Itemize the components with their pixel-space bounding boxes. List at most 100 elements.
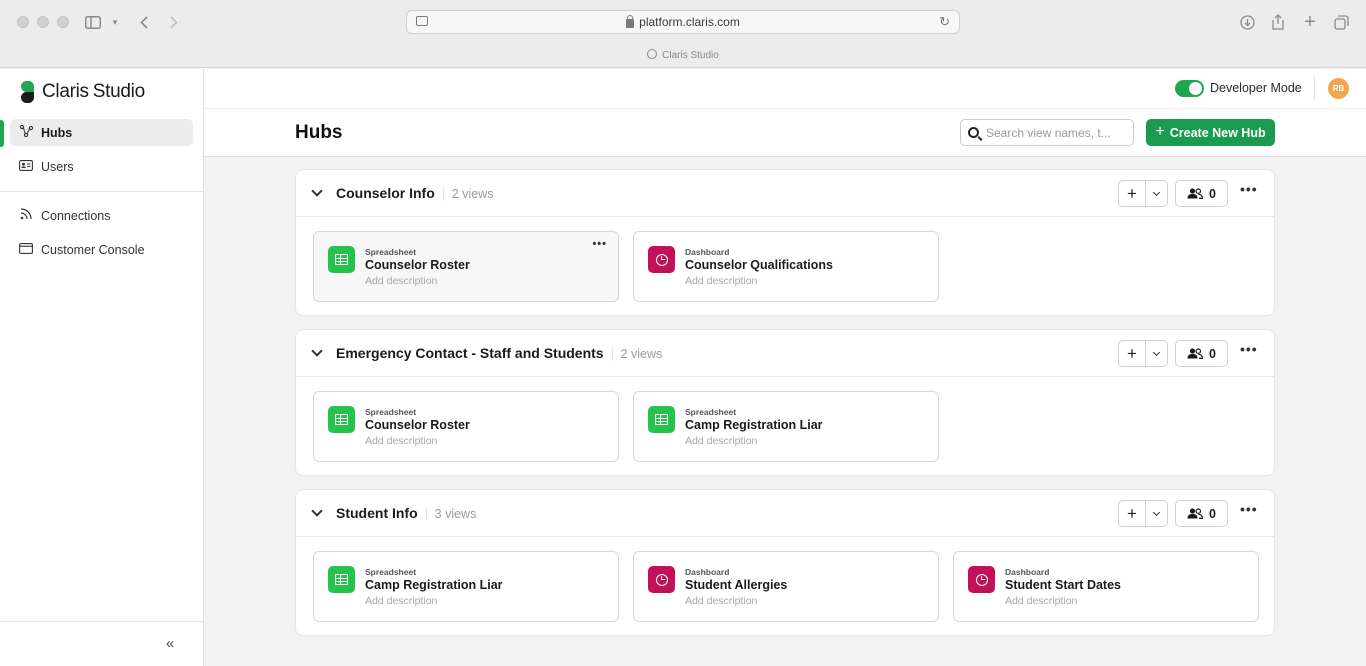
view-card[interactable]: Dashboard Student Start Dates Add descri… [953, 551, 1259, 622]
view-type: Dashboard [685, 247, 730, 257]
hub-members-count: 0 [1209, 506, 1216, 521]
hub-members-button[interactable]: 0 [1175, 180, 1228, 207]
hub-header: Student Info 3 views + 0 ••• [296, 490, 1274, 537]
topbar-divider [1314, 77, 1315, 101]
dashboard-icon [648, 246, 675, 273]
sidebar-item-customer-console[interactable]: Customer Console [10, 236, 193, 263]
hub-members-button[interactable]: 0 [1175, 500, 1228, 527]
add-view-button[interactable]: + [1119, 181, 1146, 206]
developer-mode-toggle[interactable] [1175, 80, 1204, 97]
view-description[interactable]: Add description [365, 275, 437, 287]
sidebar-item-label: Connections [41, 208, 111, 223]
connections-icon [19, 208, 33, 223]
sidebar-divider [0, 191, 204, 192]
view-card[interactable]: Spreadsheet Camp Registration Liar Add d… [313, 551, 619, 622]
console-icon [19, 242, 33, 257]
spreadsheet-icon [328, 246, 355, 273]
claris-logo-icon [19, 81, 36, 103]
people-icon [1187, 188, 1204, 199]
view-description[interactable]: Add description [365, 595, 437, 607]
collapse-hub-icon[interactable] [311, 345, 323, 357]
search-icon [968, 127, 979, 138]
hubs-icon [19, 124, 33, 140]
sidebar-item-users[interactable]: Users [10, 153, 193, 180]
hub-title[interactable]: Counselor Info 2 views [336, 185, 494, 201]
hub-panel-emergency-contact: Emergency Contact - Staff and Students 2 … [295, 329, 1275, 476]
collapse-hub-icon[interactable] [311, 185, 323, 197]
sidebar: Claris Studio Hubs Users Connections Cust… [0, 69, 204, 666]
hub-more-icon[interactable]: ••• [1240, 501, 1258, 517]
view-description[interactable]: Add description [685, 435, 757, 447]
hub-title[interactable]: Emergency Contact - Staff and Students 2 … [336, 345, 663, 361]
sidebar-toggle-icon[interactable] [83, 12, 103, 32]
minimize-window-button[interactable] [37, 16, 49, 28]
view-card[interactable]: Dashboard Student Allergies Add descript… [633, 551, 939, 622]
sidebar-item-label: Users [41, 159, 74, 174]
view-description[interactable]: Add description [685, 275, 757, 287]
forward-icon[interactable] [166, 12, 182, 32]
tab-title[interactable]: Claris Studio [0, 49, 1366, 61]
close-window-button[interactable] [17, 16, 29, 28]
page-menu-icon[interactable] [416, 16, 428, 26]
hub-more-icon[interactable]: ••• [1240, 181, 1258, 197]
zoom-window-button[interactable] [57, 16, 69, 28]
sidebar-divider [0, 621, 204, 622]
view-type: Dashboard [685, 567, 730, 577]
people-icon [1187, 348, 1204, 359]
tab-title-label: Claris Studio [662, 50, 719, 61]
add-view-split-button[interactable]: + [1118, 180, 1168, 207]
add-view-split-button[interactable]: + [1118, 340, 1168, 367]
developer-mode-label: Developer Mode [1210, 81, 1302, 95]
view-card[interactable]: Spreadsheet Counselor Roster Add descrip… [313, 391, 619, 462]
users-card-icon [19, 159, 33, 174]
brand-name: Claris Studio [42, 81, 145, 102]
collapse-hub-icon[interactable] [311, 505, 323, 517]
sidebar-item-hubs[interactable]: Hubs [10, 119, 193, 146]
collapse-sidebar-icon[interactable]: « [166, 635, 174, 652]
claris-studio-logo[interactable]: Claris Studio [19, 81, 145, 103]
add-view-button[interactable]: + [1119, 341, 1146, 366]
window-controls [17, 16, 69, 28]
hub-title[interactable]: Student Info 3 views [336, 505, 477, 521]
sidebar-item-connections[interactable]: Connections [10, 202, 193, 229]
search-box[interactable] [960, 119, 1134, 146]
sidebar-item-label: Hubs [41, 125, 73, 140]
avatar[interactable]: RB [1328, 78, 1349, 99]
view-name: Student Start Dates [1005, 578, 1121, 592]
hub-members-button[interactable]: 0 [1175, 340, 1228, 367]
add-view-split-button[interactable]: + [1118, 500, 1168, 527]
page-header: Hubs + Create New Hub [204, 109, 1366, 157]
view-card[interactable]: Spreadsheet Counselor Roster Add descrip… [313, 231, 619, 302]
add-view-menu-button[interactable] [1146, 181, 1167, 206]
hub-more-icon[interactable]: ••• [1240, 341, 1258, 357]
view-type: Spreadsheet [365, 567, 417, 577]
view-description[interactable]: Add description [685, 595, 757, 607]
view-type: Spreadsheet [365, 247, 417, 257]
add-view-menu-button[interactable] [1146, 501, 1167, 526]
tab-overview-icon[interactable] [1332, 12, 1350, 32]
address-bar[interactable]: platform.claris.com ↻ [406, 10, 960, 34]
reload-icon[interactable]: ↻ [939, 14, 950, 30]
view-description[interactable]: Add description [365, 435, 437, 447]
share-icon[interactable] [1269, 12, 1287, 32]
new-tab-icon[interactable]: + [1301, 11, 1319, 33]
view-type: Spreadsheet [685, 407, 737, 417]
view-card[interactable]: Dashboard Counselor Qualifications Add d… [633, 231, 939, 302]
hub-panel-counselor-info: Counselor Info 2 views + 0 ••• Spreadshee… [295, 169, 1275, 316]
create-new-hub-button[interactable]: + Create New Hub [1146, 119, 1275, 146]
view-description[interactable]: Add description [1005, 595, 1077, 607]
hub-panel-student-info: Student Info 3 views + 0 ••• Spreadsheet … [295, 489, 1275, 636]
search-input[interactable] [986, 125, 1126, 140]
chevron-down-icon[interactable]: ▾ [108, 12, 122, 32]
dashboard-icon [648, 566, 675, 593]
view-card[interactable]: Spreadsheet Camp Registration Liar Add d… [633, 391, 939, 462]
browser-toolbar: ▾ platform.claris.com ↻ + Claris Studio [0, 0, 1366, 68]
back-icon[interactable] [136, 12, 152, 32]
download-icon[interactable] [1238, 12, 1256, 32]
hub-view-count: 3 views [425, 507, 477, 521]
sidebar-item-label: Customer Console [41, 242, 145, 257]
view-more-icon[interactable]: ••• [592, 238, 607, 250]
add-view-button[interactable]: + [1119, 501, 1146, 526]
add-view-menu-button[interactable] [1146, 341, 1167, 366]
plus-icon: + [1155, 122, 1165, 140]
